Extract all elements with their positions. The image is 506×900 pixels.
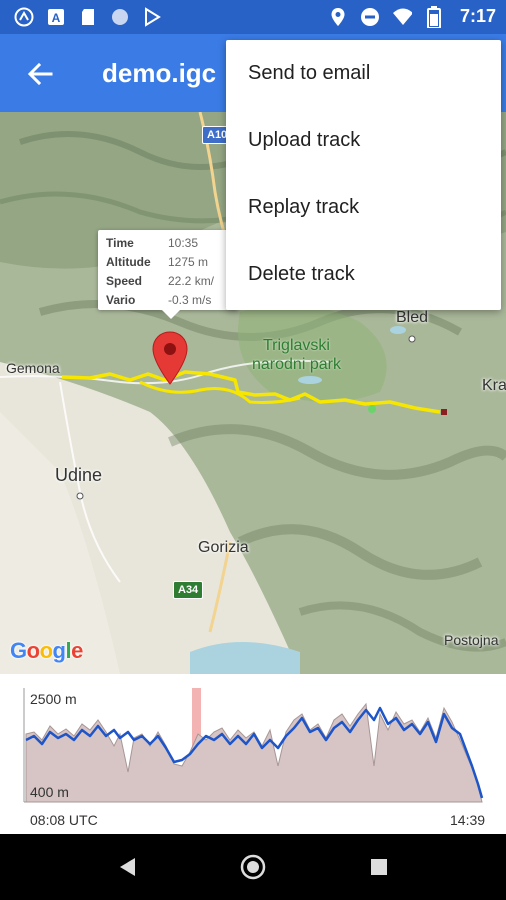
location-icon <box>328 7 348 27</box>
circle-icon <box>110 7 130 27</box>
nav-home-icon <box>240 854 266 880</box>
info-key: Vario <box>106 293 136 307</box>
x-axis-end-label: 14:39 <box>450 812 486 828</box>
info-row-altitude: Altitude 1275 m <box>106 255 208 269</box>
nav-recents-button[interactable] <box>364 852 394 882</box>
nav-back-button[interactable] <box>112 852 142 882</box>
page-title: demo.igc <box>102 58 217 88</box>
park-label: Triglavski narodni park <box>252 336 341 374</box>
track-info-popup: Time 10:35 Altitude 1275 m Speed 22.2 km… <box>98 230 238 319</box>
place-udine: Udine <box>55 465 103 485</box>
menu-item-send-email[interactable]: Send to email <box>226 40 501 107</box>
menu-item-upload-track[interactable]: Upload track <box>226 107 501 174</box>
place-postojna: Postojna <box>444 632 499 648</box>
nav-back-icon <box>120 858 135 876</box>
elevation-chart[interactable]: 2500 m 400 m 08:08 UTC 14:39 <box>0 674 506 834</box>
park-label-line-1: Triglavski <box>262 337 330 354</box>
assistant-icon <box>14 7 34 27</box>
info-row-vario: Vario -0.3 m/s <box>106 293 211 307</box>
system-nav-bar <box>0 834 506 900</box>
info-key: Time <box>106 236 134 250</box>
info-value: 22.2 km/ <box>168 274 215 288</box>
status-left-icons: A <box>14 7 162 27</box>
nav-home-button[interactable] <box>238 852 268 882</box>
info-value: -0.3 m/s <box>168 293 212 307</box>
road-badge-a34: A34 <box>173 581 204 599</box>
info-key: Altitude <box>106 255 151 269</box>
y-axis-bottom-label: 400 m <box>30 784 69 800</box>
wifi-icon <box>392 7 412 27</box>
play-store-icon <box>142 7 162 27</box>
nav-recents-icon <box>371 859 387 875</box>
info-row-time: Time 10:35 <box>106 236 198 250</box>
status-bar: A 7:17 <box>0 0 506 34</box>
x-axis-start-label: 08:08 UTC <box>30 812 98 828</box>
overflow-menu: Send to email Upload track Replay track … <box>226 40 501 310</box>
park-label-line-2: narodni park <box>252 356 341 373</box>
google-attribution: Google <box>10 638 83 663</box>
battery-icon <box>424 5 444 28</box>
menu-item-replay-track[interactable]: Replay track <box>226 174 501 241</box>
y-axis-top-label: 2500 m <box>30 691 77 707</box>
place-gemona: Gemona <box>6 360 60 376</box>
info-value: 1275 m <box>168 255 209 269</box>
status-clock: 7:17 <box>459 6 496 26</box>
place-gorizia: Gorizia <box>198 539 249 556</box>
sd-card-icon <box>78 7 98 27</box>
app-a-icon: A <box>46 7 66 27</box>
arrow-back-icon <box>27 62 53 86</box>
place-bled: Bled <box>396 309 429 326</box>
location-pin-icon[interactable] <box>150 330 190 386</box>
menu-item-delete-track[interactable]: Delete track <box>226 241 501 308</box>
svg-text:A: A <box>52 11 61 25</box>
do-not-disturb-icon <box>360 7 380 27</box>
info-key: Speed <box>106 274 143 288</box>
info-value: 10:35 <box>168 236 199 250</box>
status-right-icons: 7:17 <box>328 5 496 28</box>
back-button[interactable] <box>22 56 58 92</box>
place-kranj: Kra <box>482 377 506 394</box>
info-row-speed: Speed 22.2 km/ <box>106 274 214 288</box>
